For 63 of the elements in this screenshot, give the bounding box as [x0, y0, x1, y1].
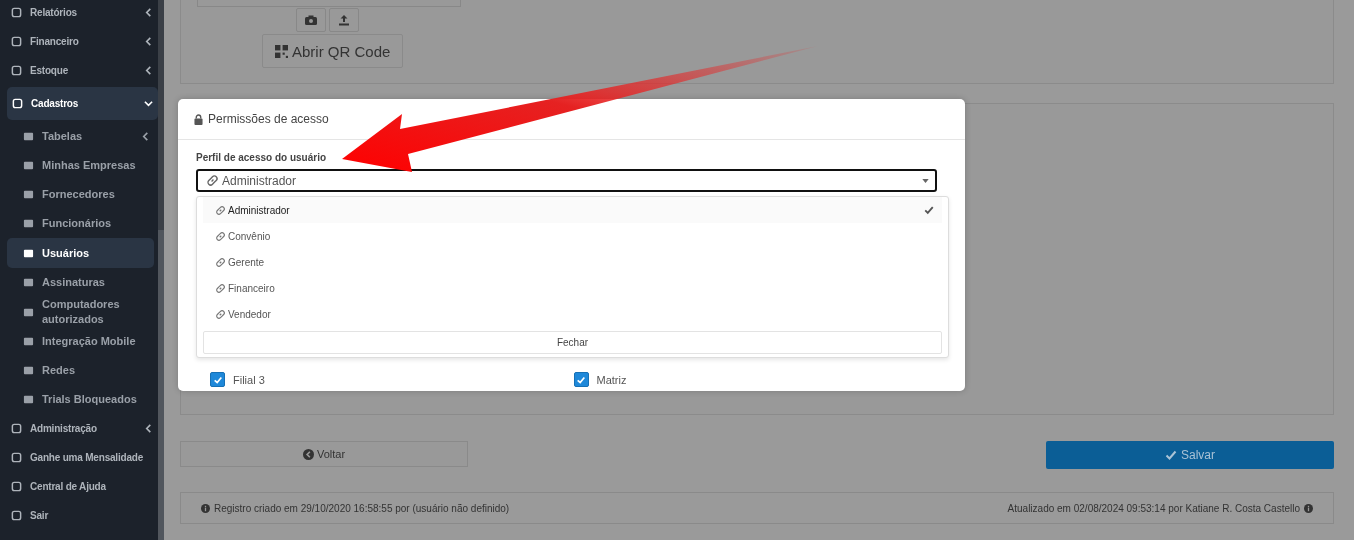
chevron-left-icon [144, 8, 153, 17]
camera-button[interactable] [296, 8, 326, 32]
field-label: Perfil de acesso do usuário [196, 152, 328, 163]
dropdown-option[interactable]: Vendedor [203, 301, 942, 327]
sidebar-subitem[interactable]: Fornecedores [0, 180, 158, 209]
sidebar-item[interactable]: Relatórios [0, 0, 158, 27]
checkbox-label: Matriz [596, 373, 627, 386]
checkbox-label: Filial 3 [233, 373, 265, 386]
sidebar-item[interactable]: Cadastros [7, 87, 158, 120]
dropdown-option[interactable]: Convênio [203, 223, 942, 249]
check-icon [924, 205, 934, 215]
checkbox[interactable] [573, 372, 589, 387]
sidebar-item[interactable]: Administração [0, 414, 158, 443]
link-icon [215, 308, 226, 320]
chevron-left-icon [141, 132, 150, 141]
sidebar-item[interactable]: Sair [0, 501, 158, 530]
modal-title: Permissões de acesso [208, 112, 329, 126]
back-button[interactable]: Voltar [180, 441, 468, 467]
sidebar-subitem[interactable]: Usuários [7, 238, 154, 268]
sidebar-item[interactable]: Central de Ajuda [0, 472, 158, 501]
sidebar-item[interactable]: Financeiro [0, 27, 158, 56]
updated-info: Atualizado em 02/08/2024 09:53:14 por Katiane R. Costa Castello [1007, 502, 1300, 514]
dropdown-option[interactable]: Financeiro [203, 275, 942, 301]
info-icon [1304, 503, 1313, 513]
sidebar-item[interactable]: Ganhe uma Mensalidade [0, 443, 158, 472]
sidebar-subitem[interactable]: Funcionários [0, 209, 158, 238]
dropdown-option[interactable]: Administrador [203, 197, 942, 223]
info-icon [201, 503, 210, 513]
link-icon [206, 174, 219, 187]
link-icon [215, 230, 226, 242]
qr-code-icon [275, 44, 288, 58]
upload-button[interactable] [329, 8, 359, 32]
profile-select[interactable]: Administrador [196, 169, 937, 192]
lock-icon [194, 113, 203, 125]
created-info: Registro criado em 29/10/2020 16:58:55 por (usuário não definido) [214, 502, 510, 514]
camera-icon [305, 15, 317, 25]
chevron-left-icon [144, 424, 153, 433]
sidebar-subitem[interactable]: Integração Mobile [0, 327, 158, 356]
sidebar-subitem[interactable]: Minhas Empresas [0, 151, 158, 180]
sidebar-subitem[interactable]: Redes [0, 356, 158, 385]
upload-icon [338, 14, 350, 26]
sidebar-subitem[interactable]: Trials Bloqueados [0, 385, 158, 414]
qr-code-button[interactable]: Abrir QR Code [262, 34, 404, 68]
sidebar-subitem[interactable]: Tabelas [0, 122, 158, 151]
sidebar-item[interactable]: Estoque [0, 56, 158, 85]
dropdown-option[interactable]: Gerente [203, 249, 942, 275]
link-icon [215, 204, 226, 216]
link-icon [215, 282, 226, 294]
link-icon [215, 256, 226, 268]
check-icon [576, 374, 586, 385]
arrow-left-icon [302, 448, 314, 460]
chevron-left-icon [144, 37, 153, 46]
check-icon [1165, 449, 1177, 461]
check-icon [212, 374, 223, 385]
checkbox[interactable] [210, 372, 225, 387]
chevron-down-icon [144, 99, 153, 108]
chevron-left-icon [144, 66, 153, 75]
save-button[interactable]: Salvar [1046, 441, 1334, 469]
sidebar-subitem[interactable]: Assinaturas [0, 268, 158, 297]
caret-icon [922, 178, 929, 183]
scrollbar[interactable] [158, 0, 164, 540]
close-button[interactable]: Fechar [203, 331, 942, 354]
sidebar-subitem[interactable]: Computadores autorizados [0, 297, 158, 327]
